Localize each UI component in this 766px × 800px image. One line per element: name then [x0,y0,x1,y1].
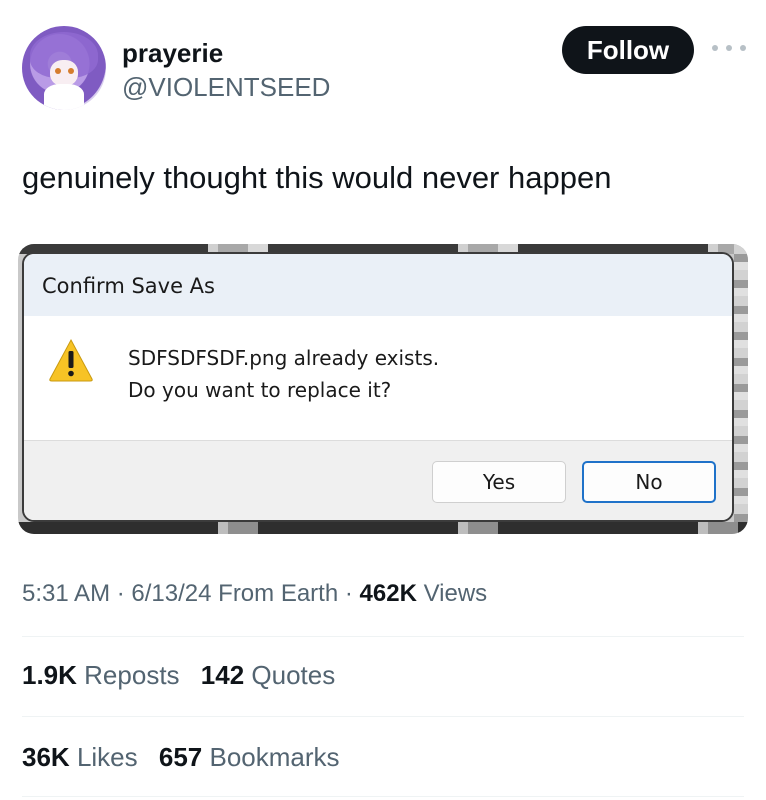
bookmarks-label: Bookmarks [209,742,340,772]
bookmarks-link[interactable]: 657 Bookmarks [159,742,340,772]
avatar-collar [44,84,84,110]
yes-button[interactable]: Yes [432,461,566,503]
dialog-footer: Yes No [24,440,732,520]
likes-link[interactable]: 36K Likes [22,742,138,772]
tweet-text: genuinely thought this would never happe… [22,160,612,195]
dialog-titlebar: Confirm Save As [24,254,732,316]
avatar-eye-left [55,68,61,74]
reposts-link[interactable]: 1.9K Reposts [22,660,180,690]
quotes-count: 142 [200,660,245,690]
likes-count: 36K [22,742,70,772]
divider [22,716,744,717]
likes-label: Likes [76,742,138,772]
confirm-save-dialog: Confirm Save As SDFSDFSDF.png already ex… [22,252,734,522]
views-count: 462K [359,580,417,607]
screenshot-background-right [734,244,748,534]
tweet-media-image[interactable]: Confirm Save As SDFSDFSDF.png already ex… [18,244,748,534]
bookmarks-count: 657 [158,742,203,772]
more-options-icon[interactable] [712,36,746,60]
no-button[interactable]: No [582,461,716,503]
reposts-label: Reposts [84,660,180,690]
separator: · [116,580,125,607]
views-label: Views [423,580,488,607]
more-dot [726,45,732,51]
reposts-count: 1.9K [22,660,77,690]
dialog-body: SDFSDFSDF.png already exists. Do you wan… [24,316,732,440]
tweet-header: prayerie @VIOLENTSEED Follow [22,26,746,112]
quotes-label: Quotes [251,660,336,690]
engagement-row-2: 36K Likes 657 Bookmarks [22,742,340,773]
dialog-title: Confirm Save As [42,274,215,298]
tweet-date[interactable]: 6/13/24 [131,580,211,607]
divider [22,636,744,637]
dialog-message-line2: Do you want to replace it? [128,378,392,402]
user-handle[interactable]: @VIOLENTSEED [122,72,330,103]
screenshot-background-bottom [18,522,748,534]
quotes-link[interactable]: 142 Quotes [201,660,335,690]
tweet-source: From Earth [218,580,339,607]
dialog-message-line1: SDFSDFSDF.png already exists. [128,346,440,370]
avatar-face [50,60,78,86]
divider [22,796,744,797]
tweet-metadata: 5:31 AM · 6/13/24 From Earth · 462K View… [22,580,487,608]
separator: · [344,580,353,607]
follow-button[interactable]: Follow [562,26,694,74]
display-name[interactable]: prayerie [122,38,223,69]
tweet-time[interactable]: 5:31 AM [22,580,110,607]
avatar[interactable] [22,26,106,110]
more-dot [740,45,746,51]
avatar-eye-right [68,68,74,74]
more-dot [712,45,718,51]
engagement-row-1: 1.9K Reposts 142 Quotes [22,660,335,691]
warning-icon [48,338,94,382]
